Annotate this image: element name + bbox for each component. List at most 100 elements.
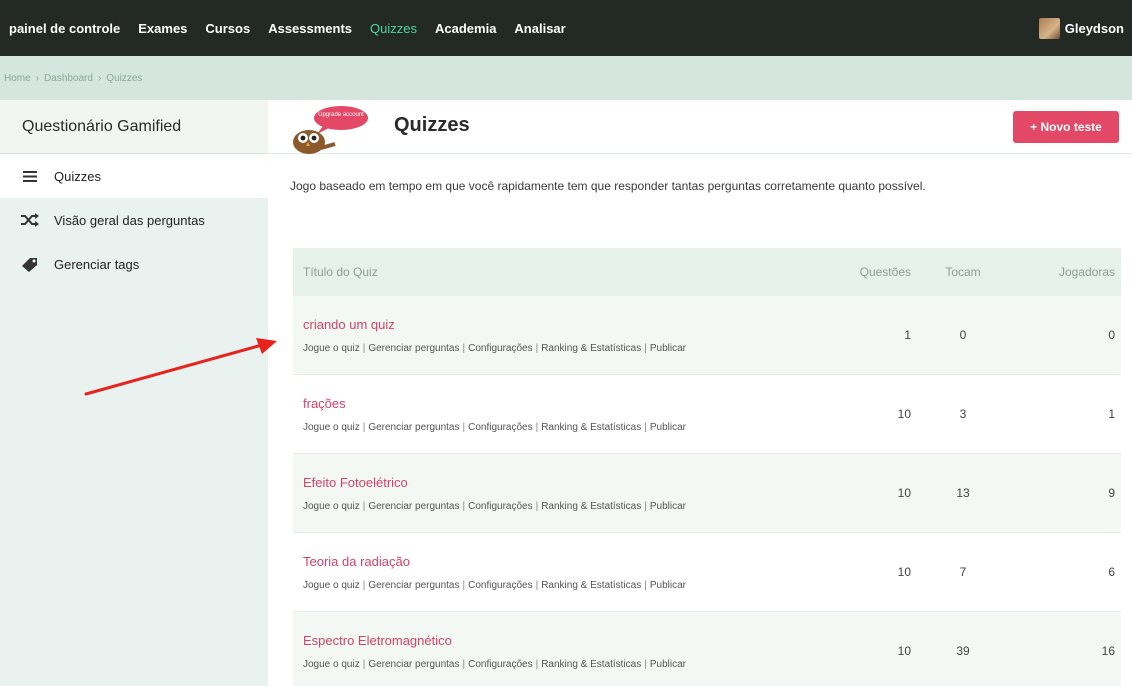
- players-count: 9: [1108, 486, 1115, 500]
- questions-count: 10: [897, 407, 911, 421]
- action-divider: |: [462, 342, 466, 354]
- action-divider: |: [535, 421, 539, 433]
- table-header: Título do Quiz Questões Tocam Jogadoras: [293, 248, 1121, 296]
- quiz-title-link[interactable]: criando um quiz: [303, 317, 813, 332]
- table-row: frações Jogue o quiz | Gerenciar perguntas…: [293, 375, 1121, 454]
- sidebar-item-label: Quizzes: [54, 168, 101, 184]
- players-count: 6: [1108, 565, 1115, 579]
- page-header: Upgrade account Quizzes + Novo teste: [269, 100, 1132, 154]
- avatar: [1038, 18, 1060, 39]
- nav-quizzes[interactable]: Quizzes: [370, 21, 417, 36]
- nav-assessments[interactable]: Assessments: [268, 21, 352, 36]
- user-menu[interactable]: Gleydson: [1038, 18, 1124, 39]
- quiz-cell: Teoria da radiação Jogue o quiz | Gerencia…: [293, 554, 813, 591]
- quiz-title-link[interactable]: Teoria da radiação: [303, 554, 813, 569]
- action-divider: |: [535, 342, 539, 354]
- sidebar-item-question-overview[interactable]: Visão geral das perguntas: [0, 198, 268, 242]
- breadcrumb-quizzes: Quizzes: [106, 72, 143, 84]
- questions-count: 1: [904, 328, 911, 342]
- upgrade-badge-text: Upgrade account: [318, 112, 364, 118]
- nav-analisar[interactable]: Analisar: [514, 21, 565, 36]
- plays-count: 3: [959, 407, 967, 421]
- table-row: Teoria da radiação Jogue o quiz | Gerencia…: [293, 533, 1121, 612]
- tag-icon: [20, 256, 40, 272]
- column-header-players: Jogadoras: [1058, 265, 1115, 279]
- plays-count: 0: [959, 328, 967, 342]
- play-quiz-link[interactable]: Jogue o quiz: [303, 343, 360, 354]
- nav-painel-de-controle[interactable]: painel de controle: [9, 21, 120, 36]
- annotation-arrow-icon: [84, 338, 277, 396]
- publish-link[interactable]: Publicar: [650, 580, 686, 591]
- ranking-stats-link[interactable]: Ranking & Estatísticas: [541, 580, 641, 591]
- play-quiz-link[interactable]: Jogue o quiz: [303, 659, 360, 670]
- manage-questions-link[interactable]: Gerenciar perguntas: [368, 343, 459, 354]
- action-divider: |: [462, 421, 466, 433]
- publish-link[interactable]: Publicar: [650, 501, 686, 512]
- page-description: Jogo baseado em tempo em que você rapida…: [290, 179, 926, 193]
- action-divider: |: [362, 579, 366, 591]
- sidebar-title: Questionário Gamified: [0, 100, 268, 154]
- questions-count: 10: [897, 644, 911, 658]
- settings-link[interactable]: Configurações: [468, 422, 532, 433]
- breadcrumb-separator: ›: [97, 72, 102, 84]
- manage-questions-link[interactable]: Gerenciar perguntas: [368, 580, 459, 591]
- questions-count: 10: [897, 486, 911, 500]
- quiz-actions: Jogue o quiz | Gerenciar perguntas | Configu…: [303, 343, 813, 354]
- quiz-title-link[interactable]: frações: [303, 396, 813, 411]
- manage-questions-link[interactable]: Gerenciar perguntas: [368, 422, 459, 433]
- publish-link[interactable]: Publicar: [650, 422, 686, 433]
- breadcrumb-home[interactable]: Home: [4, 73, 31, 84]
- action-divider: |: [535, 500, 539, 512]
- players-count: 16: [1101, 644, 1115, 658]
- column-header-questions: Questões: [859, 265, 911, 279]
- action-divider: |: [644, 658, 647, 670]
- publish-link[interactable]: Publicar: [650, 343, 686, 354]
- quiz-cell: Espectro Eletromagnético Jogue o quiz | Ge…: [293, 633, 813, 670]
- action-divider: |: [644, 579, 647, 591]
- sidebar-item-label: Visão geral das perguntas: [54, 212, 205, 228]
- ranking-stats-link[interactable]: Ranking & Estatísticas: [541, 501, 641, 512]
- new-quiz-button[interactable]: + Novo teste: [1013, 111, 1119, 143]
- plays-count: 7: [959, 565, 967, 579]
- players-count: 0: [1108, 328, 1115, 342]
- play-quiz-link[interactable]: Jogue o quiz: [303, 580, 360, 591]
- table-row: criando um quiz Jogue o quiz | Gerenciar p…: [293, 296, 1121, 375]
- quiz-cell: criando um quiz Jogue o quiz | Gerenciar p…: [293, 317, 813, 354]
- play-quiz-link[interactable]: Jogue o quiz: [303, 501, 360, 512]
- manage-questions-link[interactable]: Gerenciar perguntas: [368, 659, 459, 670]
- nav-academia[interactable]: Academia: [435, 21, 496, 36]
- nav-exames[interactable]: Exames: [138, 21, 187, 36]
- publish-link[interactable]: Publicar: [650, 659, 686, 670]
- column-header-title: Título do Quiz: [303, 265, 378, 279]
- action-divider: |: [362, 500, 366, 512]
- owl-mascot-icon[interactable]: Upgrade account: [291, 104, 371, 154]
- nav-cursos[interactable]: Cursos: [205, 21, 250, 36]
- breadcrumb-separator: ›: [35, 72, 40, 84]
- settings-link[interactable]: Configurações: [468, 343, 532, 354]
- table-row: Efeito Fotoelétrico Jogue o quiz | Gerenci…: [293, 454, 1121, 533]
- ranking-stats-link[interactable]: Ranking & Estatísticas: [541, 343, 641, 354]
- breadcrumb: Home › Dashboard › Quizzes: [0, 56, 1132, 100]
- breadcrumb-dashboard[interactable]: Dashboard: [44, 73, 93, 84]
- manage-questions-link[interactable]: Gerenciar perguntas: [368, 501, 459, 512]
- quiz-title-link[interactable]: Efeito Fotoelétrico: [303, 475, 813, 490]
- play-quiz-link[interactable]: Jogue o quiz: [303, 422, 360, 433]
- ranking-stats-link[interactable]: Ranking & Estatísticas: [541, 659, 641, 670]
- quiz-cell: Efeito Fotoelétrico Jogue o quiz | Gerenci…: [293, 475, 813, 512]
- quiz-title-link[interactable]: Espectro Eletromagnético: [303, 633, 813, 648]
- settings-link[interactable]: Configurações: [468, 659, 532, 670]
- main-content: Upgrade account Quizzes + Novo teste Jog…: [269, 100, 1132, 686]
- plays-count: 39: [956, 644, 970, 658]
- action-divider: |: [644, 500, 647, 512]
- top-navbar: painel de controle Exames Cursos Assessm…: [0, 0, 1132, 56]
- settings-link[interactable]: Configurações: [468, 501, 532, 512]
- ranking-stats-link[interactable]: Ranking & Estatísticas: [541, 422, 641, 433]
- action-divider: |: [644, 342, 647, 354]
- sidebar-item-manage-tags[interactable]: Gerenciar tags: [0, 242, 268, 286]
- questions-count: 10: [897, 565, 911, 579]
- settings-link[interactable]: Configurações: [468, 580, 532, 591]
- sidebar-item-quizzes[interactable]: Quizzes: [0, 154, 268, 198]
- column-header-plays: Tocam: [945, 265, 981, 279]
- quiz-actions: Jogue o quiz | Gerenciar perguntas | Configu…: [303, 501, 813, 512]
- plays-count: 13: [956, 486, 970, 500]
